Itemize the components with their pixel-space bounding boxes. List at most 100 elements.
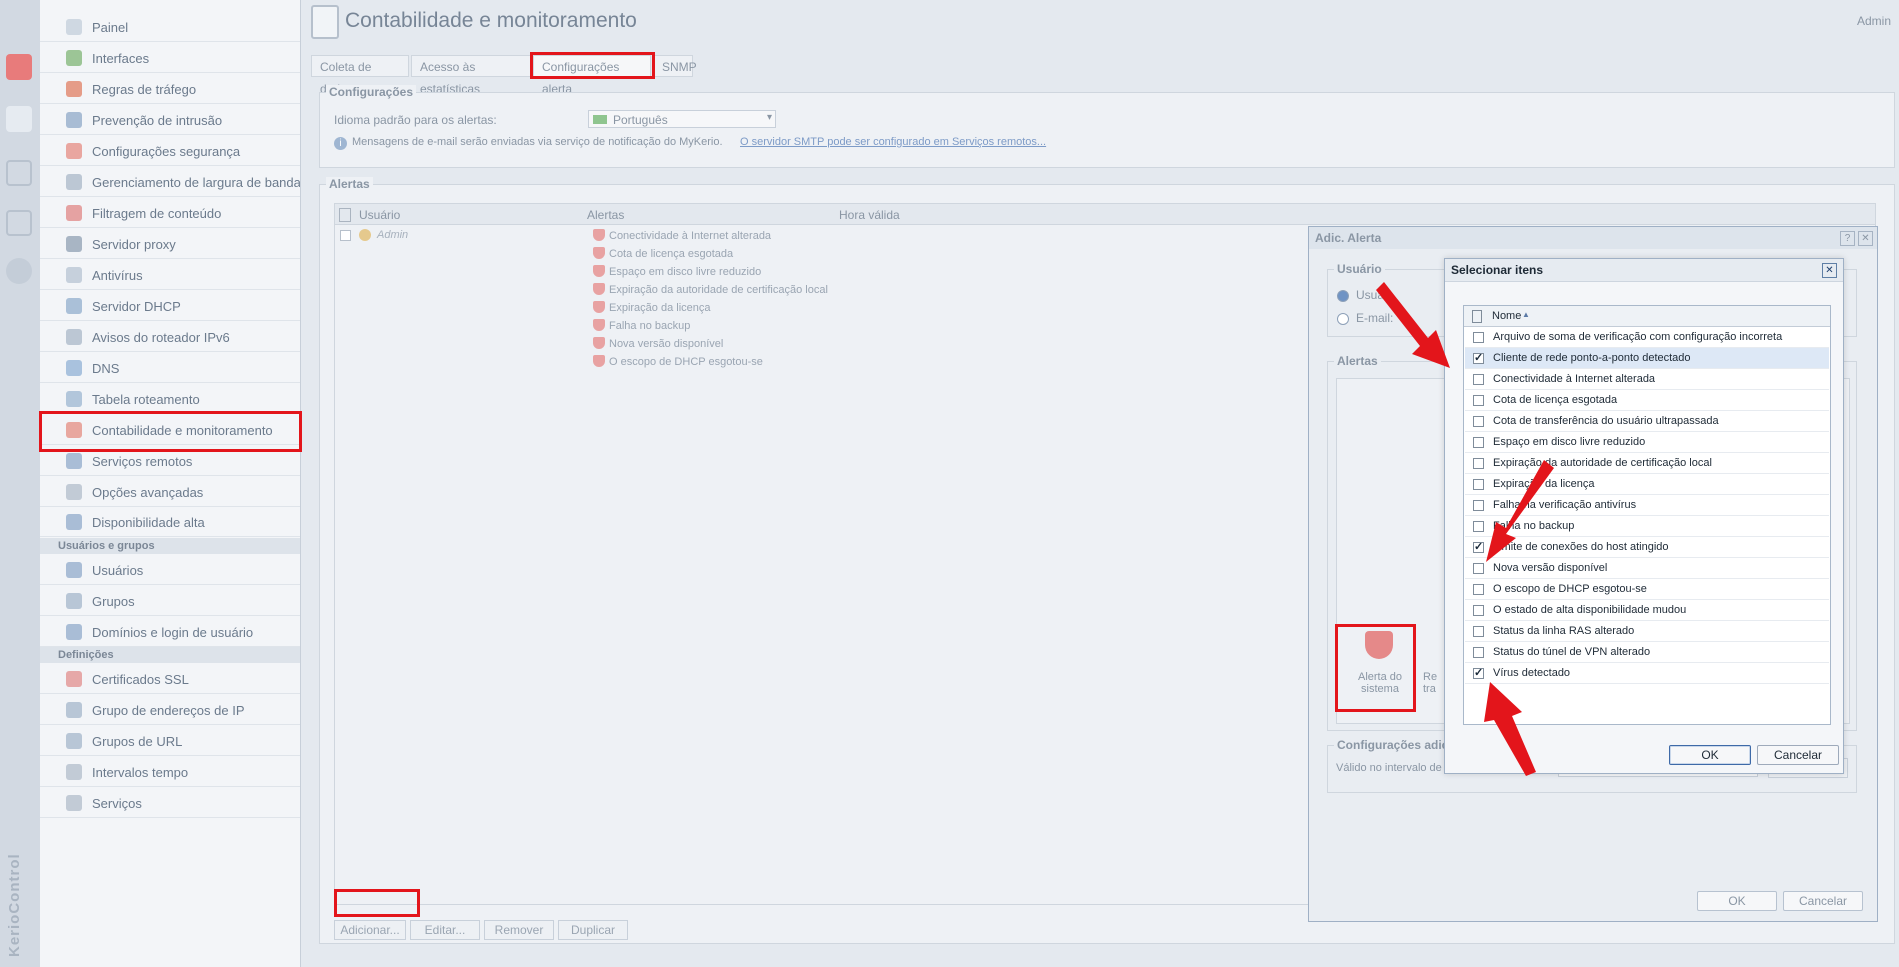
item-checkbox[interactable] <box>1473 351 1484 364</box>
select-all-icon[interactable] <box>1472 310 1482 323</box>
accounting-icon <box>311 5 339 39</box>
sidebar-item-11[interactable]: DNS <box>40 353 300 383</box>
logs-icon[interactable] <box>6 210 32 236</box>
col-usuario[interactable]: Usuário <box>359 208 400 222</box>
item-checkbox[interactable] <box>1473 666 1484 679</box>
select-close-icon[interactable]: ✕ <box>1822 263 1837 278</box>
sidebar-item-users-1[interactable]: Grupos <box>40 586 300 616</box>
item-checkbox[interactable] <box>1473 395 1484 406</box>
sidebar-item-1[interactable]: Interfaces <box>40 43 300 73</box>
sidebar-item-10[interactable]: Avisos do roteador IPv6 <box>40 322 300 352</box>
help-icon[interactable]: ? <box>1840 231 1855 246</box>
sidebar-item-users-0[interactable]: Usuários <box>40 555 300 585</box>
sidebar-item-15[interactable]: Opções avançadas <box>40 477 300 507</box>
tab-acesso-estatisticas[interactable]: Acesso às estatísticas <box>411 55 531 96</box>
globe-icon[interactable] <box>6 258 32 284</box>
item-checkbox[interactable] <box>1473 416 1484 427</box>
radio-user[interactable] <box>1337 290 1349 302</box>
list-item[interactable]: Conectividade à Internet alterada <box>1465 369 1829 390</box>
sidebar-item-users-2[interactable]: Domínios e login de usuário <box>40 617 300 647</box>
select-cancel-button[interactable]: Cancelar <box>1757 745 1839 765</box>
sidebar-item-label: Grupos <box>92 594 135 609</box>
dialog-cancel-button[interactable]: Cancelar <box>1783 891 1863 911</box>
sidebar-item-label: Filtragem de conteúdo <box>92 206 222 221</box>
list-item[interactable]: Cliente de rede ponto-a-ponto detectado <box>1465 348 1829 369</box>
sidebar-item-label: Serviços remotos <box>92 454 193 469</box>
list-item[interactable]: O estado de alta disponibilidade mudou <box>1465 600 1829 621</box>
remove-button[interactable]: Remover <box>484 920 554 940</box>
item-checkbox[interactable] <box>1473 374 1484 385</box>
sidebar-item-label: Intervalos tempo <box>92 765 189 780</box>
item-checkbox[interactable] <box>1473 647 1484 658</box>
sidebar-item-5[interactable]: Gerenciamento de largura de banda e Q <box>40 167 300 197</box>
nav-section-definitions: Definições <box>40 647 300 663</box>
sidebar-item-4[interactable]: Configurações segurança <box>40 136 300 166</box>
sidebar-item-2[interactable]: Regras de tráfego <box>40 74 300 104</box>
close-icon[interactable]: ✕ <box>1858 231 1873 246</box>
tile2-label[interactable]: Re tra <box>1423 671 1441 695</box>
sidebar-item-label: Tabela roteamento <box>92 392 200 407</box>
list-item[interactable]: Cota de licença esgotada <box>1465 390 1829 411</box>
item-checkbox[interactable] <box>1473 584 1484 595</box>
radio-email[interactable] <box>1337 313 1349 325</box>
item-checkbox[interactable] <box>1473 626 1484 637</box>
select-ok-button[interactable]: OK <box>1669 745 1751 765</box>
sidebar-item-6[interactable]: Filtragem de conteúdo <box>40 198 300 228</box>
edit-button[interactable]: Editar... <box>410 920 480 940</box>
item-checkbox[interactable] <box>1473 605 1484 616</box>
tab-coleta-dados[interactable]: Coleta de dados <box>311 55 409 96</box>
shield-icon <box>593 247 605 259</box>
shield-icon[interactable] <box>6 54 32 80</box>
alert-list-label: Nova versão disponível <box>609 338 724 350</box>
sidebar-item-defs-3[interactable]: Intervalos tempo <box>40 757 300 787</box>
info-icon: i <box>334 137 347 150</box>
list-item[interactable]: O escopo de DHCP esgotou-se <box>1465 579 1829 600</box>
sidebar-item-label: Disponibilidade alta <box>92 515 205 530</box>
dialog-ok-button[interactable]: OK <box>1697 891 1777 911</box>
item-label: Cota de licença esgotada <box>1493 394 1618 406</box>
smtp-link[interactable]: O servidor SMTP pode ser configurado em … <box>740 136 1046 148</box>
sidebar-item-label: Avisos do roteador IPv6 <box>92 330 230 345</box>
col-nome[interactable]: Nome <box>1492 310 1521 322</box>
user-menu[interactable]: Admin <box>1857 14 1891 28</box>
chevron-down-icon: ▾ <box>766 112 772 123</box>
list-item[interactable]: Status da linha RAS alterado <box>1465 621 1829 642</box>
duplicate-button[interactable]: Duplicar <box>558 920 628 940</box>
dns-icon <box>66 360 82 376</box>
users-icon <box>66 562 82 578</box>
sidebar-item-16[interactable]: Disponibilidade alta <box>40 507 300 537</box>
alert-list-label: Conectividade à Internet alterada <box>609 230 772 242</box>
add-button[interactable]: Adicionar... <box>334 920 406 940</box>
tab-snmp[interactable]: SNMP <box>653 55 697 77</box>
list-item[interactable]: Arquivo de soma de verificação com confi… <box>1465 327 1829 348</box>
item-checkbox[interactable] <box>1473 437 1484 448</box>
stats-icon[interactable] <box>6 160 32 186</box>
gear-icon[interactable] <box>6 106 32 132</box>
item-checkbox[interactable] <box>1473 332 1484 343</box>
alert-list-label: O escopo de DHCP esgotou-se <box>609 356 763 368</box>
row-checkbox[interactable] <box>340 230 351 241</box>
sidebar-item-defs-0[interactable]: Certificados SSL <box>40 664 300 694</box>
sidebar-item-12[interactable]: Tabela roteamento <box>40 384 300 414</box>
lang-select[interactable]: Português ▾ <box>588 110 776 128</box>
sidebar-item-9[interactable]: Servidor DHCP <box>40 291 300 321</box>
sidebar-item-0[interactable]: Painel <box>40 12 300 42</box>
col-hora-valida[interactable]: Hora válida <box>839 208 900 222</box>
list-item[interactable]: Espaço em disco livre reduzido <box>1465 432 1829 453</box>
item-label: Conectividade à Internet alterada <box>1493 373 1656 385</box>
sidebar-item-7[interactable]: Servidor proxy <box>40 229 300 259</box>
config-legend: Configurações <box>326 85 417 99</box>
brand-logo: KerioControl <box>6 853 23 957</box>
sidebar-item-3[interactable]: Prevenção de intrusão <box>40 105 300 135</box>
list-item[interactable]: Status do túnel de VPN alterado <box>1465 642 1829 663</box>
col-alertas[interactable]: Alertas <box>587 208 624 222</box>
highlight-system-alert <box>1335 624 1416 712</box>
sidebar-item-8[interactable]: Antivírus <box>40 260 300 290</box>
items-list-header: Nome ▲ <box>1464 306 1830 327</box>
sidebar-item-label: Grupos de URL <box>92 734 183 749</box>
sidebar-item-defs-2[interactable]: Grupos de URL <box>40 726 300 756</box>
sidebar-item-defs-4[interactable]: Serviços <box>40 788 300 818</box>
certificate-icon <box>66 671 82 687</box>
list-item[interactable]: Cota de transferência do usuário ultrapa… <box>1465 411 1829 432</box>
sidebar-item-defs-1[interactable]: Grupo de endereços de IP <box>40 695 300 725</box>
